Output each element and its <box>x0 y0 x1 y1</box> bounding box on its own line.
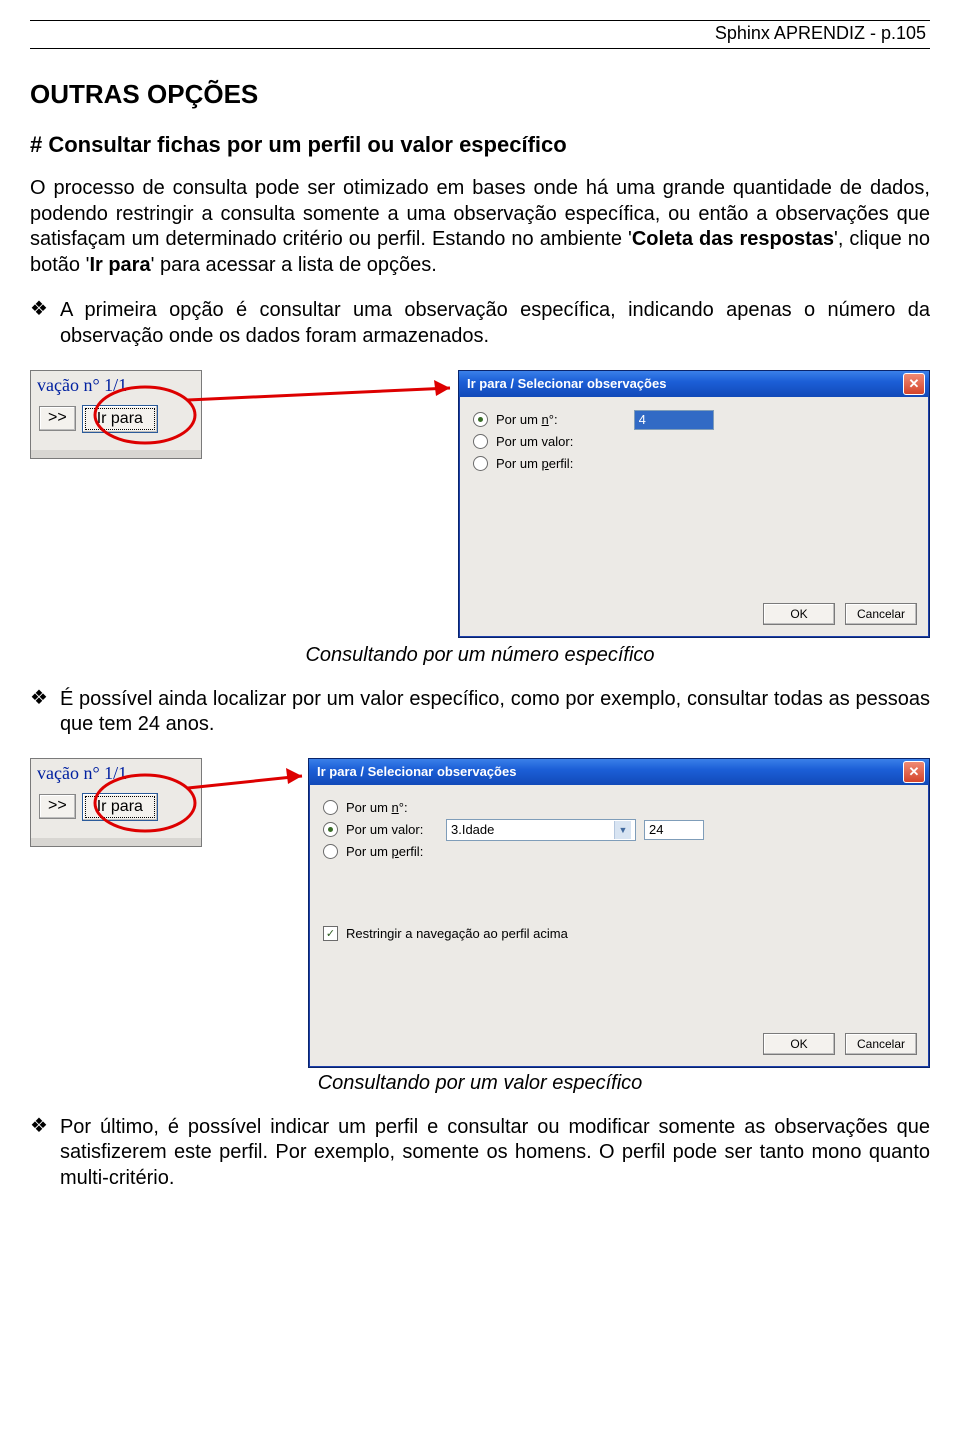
bullet-icon: ❖ <box>30 298 48 349</box>
dialog-title: Ir para / Selecionar observações <box>467 376 903 391</box>
cancel-button[interactable]: Cancelar <box>845 1033 917 1055</box>
radio-por-valor[interactable] <box>473 434 488 449</box>
divider <box>31 450 201 458</box>
dialog-title: Ir para / Selecionar observações <box>317 764 903 779</box>
page-header: Sphinx APRENDIZ - p.105 <box>30 20 930 49</box>
figure-2-caption: Consultando por um valor específico <box>30 1072 930 1095</box>
value-input[interactable] <box>644 820 704 840</box>
next-button[interactable]: >> <box>39 406 76 431</box>
field-select[interactable]: 3.Idade ▼ <box>446 819 636 841</box>
figure-2: vação n° 1/1 >> Ir para Ir para / Seleci… <box>30 758 930 1058</box>
bullet-2: É possível ainda localizar por um valor … <box>60 687 930 738</box>
subsection-title: # Consultar fichas por um perfil ou valo… <box>30 132 930 158</box>
radio-por-perfil[interactable] <box>473 456 488 471</box>
next-button[interactable]: >> <box>39 794 76 819</box>
bullet-icon: ❖ <box>30 1115 48 1192</box>
radio-por-valor-label: Por um valor: <box>346 822 438 837</box>
ok-button[interactable]: OK <box>763 603 835 625</box>
intro-paragraph: O processo de consulta pode ser otimizad… <box>30 176 930 278</box>
obs-counter: vação n° 1/1 <box>31 371 201 396</box>
section-title: OUTRAS OPÇÕES <box>30 79 930 110</box>
intro-bold-1: Coleta das respostas <box>632 228 834 250</box>
radio-por-valor-label: Por um valor: <box>496 434 573 449</box>
bullet-icon: ❖ <box>30 687 48 738</box>
radio-por-perfil-label: Por um perfil: <box>496 456 573 471</box>
intro-bold-2: Ir para <box>89 254 150 276</box>
figure-1-caption: Consultando por um número específico <box>30 644 930 667</box>
irpara-snippet-2: vação n° 1/1 >> Ir para <box>30 758 202 847</box>
intro-text-post: ' para acessar a lista de opções. <box>151 254 437 276</box>
irpara-snippet: vação n° 1/1 >> Ir para <box>30 370 202 459</box>
num-input[interactable] <box>634 410 714 430</box>
irpara-button[interactable]: Ir para <box>82 405 158 433</box>
figure-1: vação n° 1/1 >> Ir para Ir para / Seleci… <box>30 370 930 630</box>
radio-por-num[interactable] <box>323 800 338 815</box>
radio-por-perfil[interactable] <box>323 844 338 859</box>
radio-por-num-label: Por um n°: <box>346 800 408 815</box>
obs-counter: vação n° 1/1 <box>31 759 201 784</box>
radio-por-valor[interactable] <box>323 822 338 837</box>
close-icon[interactable]: ✕ <box>903 761 925 783</box>
ok-button[interactable]: OK <box>763 1033 835 1055</box>
close-icon[interactable]: ✕ <box>903 373 925 395</box>
field-select-value: 3.Idade <box>451 822 494 837</box>
bullet-3: Por último, é possível indicar um perfil… <box>60 1115 930 1192</box>
cancel-button[interactable]: Cancelar <box>845 603 917 625</box>
restrict-label: Restringir a navegação ao perfil acima <box>346 926 568 941</box>
bullet-1: A primeira opção é consultar uma observa… <box>60 298 930 349</box>
radio-por-perfil-label: Por um perfil: <box>346 844 423 859</box>
goto-dialog-1: Ir para / Selecionar observações ✕ Por u… <box>458 370 930 638</box>
divider <box>31 838 201 846</box>
radio-por-num-label: Por um n°: <box>496 412 558 427</box>
radio-por-num[interactable] <box>473 412 488 427</box>
restrict-checkbox[interactable] <box>323 926 338 941</box>
goto-dialog-2: Ir para / Selecionar observações ✕ Por u… <box>308 758 930 1068</box>
irpara-button[interactable]: Ir para <box>82 793 158 821</box>
chevron-down-icon: ▼ <box>614 821 631 839</box>
